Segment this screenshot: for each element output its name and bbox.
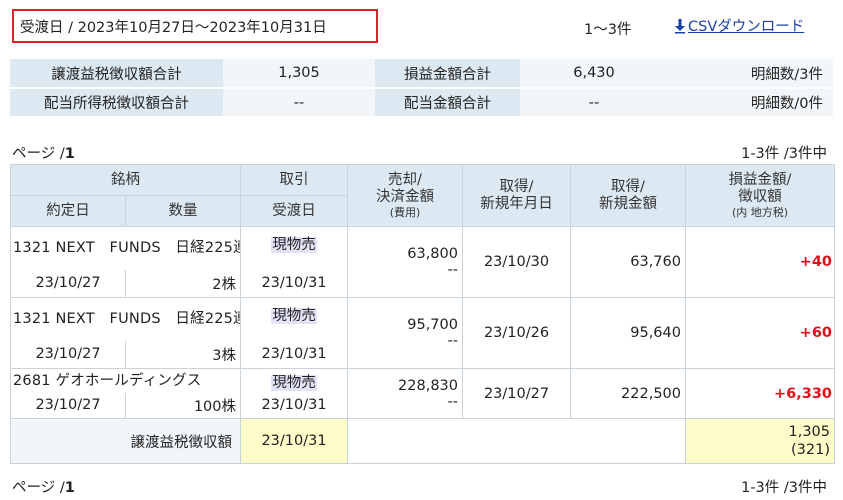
total-date: 23/10/31	[240, 418, 348, 464]
trade-type-label: 現物売	[271, 375, 317, 391]
total-local-tax-value: (321)	[791, 442, 830, 458]
contract-date: 23/10/27	[10, 269, 126, 298]
pager-top: ページ /1 1-3件 /3件中	[12, 142, 827, 162]
dividend-total-label: 配当金額合計	[375, 88, 520, 118]
summary-row: 譲渡益税徴収額合計 1,305 損益金額合計 6,430 明細数/3件	[10, 59, 833, 89]
brand-name[interactable]: 1321 NEXT FUNDS 日経225連動型上場投信	[10, 297, 241, 341]
table-row: 1321 NEXT FUNDS 日経225連動型上場投信 現物売 63,800-…	[10, 226, 835, 298]
sale-amount-cell: 63,800 --	[347, 226, 463, 298]
quantity: 3株	[125, 340, 241, 369]
summary-row: 配当所得税徴収額合計 -- 配当金額合計 -- 明細数/0件	[10, 88, 833, 118]
profit-loss-header: 損益金額/徴収額 (内 地方税)	[685, 164, 835, 227]
summary-table: 譲渡益税徴収額合計 1,305 損益金額合計 6,430 明細数/3件 配当所得…	[10, 59, 833, 118]
acquisition-amount: 95,640	[570, 297, 686, 369]
contract-date: 23/10/27	[10, 340, 126, 369]
result-count: 1〜3件	[584, 22, 632, 38]
dividend-tax-total-label: 配当所得税徴収額合計	[10, 88, 223, 118]
page-indicator: ページ /1	[12, 480, 75, 496]
profit-loss: +40	[685, 226, 835, 298]
trade-header: 取引	[240, 164, 348, 196]
profit-loss: +6,330	[685, 368, 835, 419]
total-tax: 1,305 (321)	[685, 418, 835, 464]
trade-type-label: 現物売	[271, 308, 317, 324]
page-range: 1-3件 /3件中	[741, 146, 827, 162]
acquisition-amount-header: 取得/新規金額	[570, 164, 686, 227]
brand-name[interactable]: 1321 NEXT FUNDS 日経225連動型上場投信	[10, 226, 241, 270]
brand-name[interactable]: 2681 ゲオホールディングス	[10, 368, 241, 393]
total-tax-value: 1,305	[788, 424, 830, 440]
table-row: 2681 ゲオホールディングス 現物売 228,830 -- 23/10/27 2…	[10, 368, 835, 419]
contract-date-header: 約定日	[10, 195, 126, 227]
brand-header: 銘柄	[10, 164, 241, 196]
download-icon	[675, 18, 685, 33]
delivery-date: 23/10/31	[240, 340, 348, 369]
transactions-table: 銘柄 取引 売却/決済金額 (費用) 取得/新規年月日 取得/新規金額 損益金額/…	[10, 164, 835, 464]
acquisition-date: 23/10/27	[462, 368, 571, 419]
acquisition-amount: 63,760	[570, 226, 686, 298]
delivery-date: 23/10/31	[240, 392, 348, 419]
capital-gains-tax-total-label: 譲渡益税徴収額合計	[10, 59, 223, 89]
sale-amount-cell: 95,700 --	[347, 297, 463, 369]
trade-type: 現物売	[240, 368, 348, 393]
trade-type: 現物売	[240, 226, 348, 270]
page-range: 1-3件 /3件中	[741, 480, 827, 496]
sale-amount-cell: 228,830 --	[347, 368, 463, 419]
total-blank	[347, 418, 686, 464]
acquisition-date: 23/10/26	[462, 297, 571, 369]
delivery-date-header: 受渡日	[240, 195, 348, 227]
filter-bar: 受渡日 / 2023年10月27日〜2023年10月31日 1〜3件 CSVダウ…	[12, 9, 832, 43]
total-row: 譲渡益税徴収額 23/10/31 1,305 (321)	[10, 418, 835, 464]
csv-download-link[interactable]: CSVダウンロード	[674, 15, 804, 36]
csv-download-label[interactable]: CSVダウンロード	[688, 15, 804, 36]
dividend-tax-total-value: --	[223, 88, 375, 118]
trade-type-label: 現物売	[271, 237, 317, 253]
profit-loss-total-label: 損益金額合計	[375, 59, 520, 89]
quantity: 100株	[125, 392, 241, 419]
header-row: 銘柄 取引 売却/決済金額 (費用) 取得/新規年月日 取得/新規金額 損益金額/…	[10, 164, 835, 227]
page-indicator: ページ /1	[12, 146, 75, 162]
acquisition-amount: 222,500	[570, 368, 686, 419]
profit-loss-total-value: 6,430	[520, 59, 668, 89]
delivery-date: 23/10/31	[240, 269, 348, 298]
acquisition-date: 23/10/30	[462, 226, 571, 298]
date-range-filter[interactable]: 受渡日 / 2023年10月27日〜2023年10月31日	[12, 9, 378, 43]
trade-type: 現物売	[240, 297, 348, 341]
detail-count: 明細数/3件	[668, 59, 833, 89]
profit-loss: +60	[685, 297, 835, 369]
quantity: 2株	[125, 269, 241, 298]
sale-amount-header: 売却/決済金額 (費用)	[347, 164, 463, 227]
capital-gains-tax-total-value: 1,305	[223, 59, 375, 89]
pager-bottom: ページ /1 1-3件 /3件中	[12, 476, 827, 496]
quantity-header: 数量	[125, 195, 241, 227]
dividend-detail-count: 明細数/0件	[668, 88, 833, 118]
acquisition-date-header: 取得/新規年月日	[462, 164, 571, 227]
contract-date: 23/10/27	[10, 392, 126, 419]
dividend-total-value: --	[520, 88, 668, 118]
total-label: 譲渡益税徴収額	[10, 418, 241, 464]
table-row: 1321 NEXT FUNDS 日経225連動型上場投信 現物売 95,700-…	[10, 297, 835, 369]
